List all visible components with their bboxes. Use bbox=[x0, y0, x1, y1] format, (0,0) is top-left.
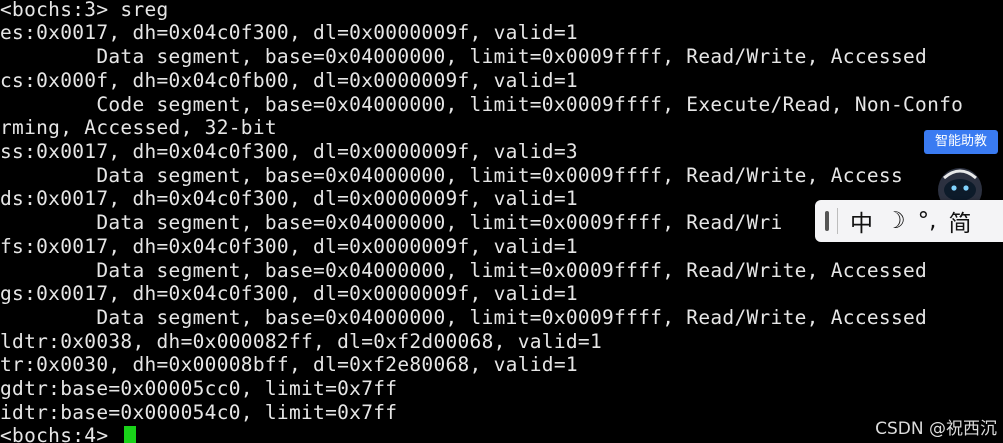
terminal-line: es:0x0017, dh=0x04c0f300, dl=0x0000009f,… bbox=[0, 21, 578, 44]
terminal-line: <bochs:3> sreg bbox=[0, 0, 169, 21]
terminal-line: idtr:base=0x000054c0, limit=0x7ff bbox=[0, 401, 398, 424]
ime-divider bbox=[837, 208, 838, 234]
terminal-line: Data segment, base=0x04000000, limit=0x0… bbox=[0, 259, 928, 282]
terminal-line: Data segment, base=0x04000000, limit=0x0… bbox=[0, 164, 903, 187]
drag-handle-icon[interactable] bbox=[825, 211, 829, 231]
ime-simplified-button[interactable]: 简 bbox=[948, 204, 971, 238]
terminal-line: ds:0x0017, dh=0x04c0f300, dl=0x0000009f,… bbox=[0, 187, 578, 210]
terminal-line: gdtr:base=0x00005cc0, limit=0x7ff bbox=[0, 377, 398, 400]
terminal-line: ldtr:0x0038, dh=0x000082ff, dl=0xf2d0006… bbox=[0, 330, 602, 353]
ai-helper-badge[interactable]: 智能助教 bbox=[924, 130, 998, 154]
terminal-line: Code segment, base=0x04000000, limit=0x0… bbox=[0, 93, 964, 116]
terminal-prompt[interactable]: <bochs:4> bbox=[0, 424, 120, 443]
ime-halfwidth-moon-icon[interactable]: ☽ bbox=[885, 208, 906, 234]
terminal-line: fs:0x0017, dh=0x04c0f300, dl=0x0000009f,… bbox=[0, 235, 578, 258]
terminal-line: Data segment, base=0x04000000, limit=0x0… bbox=[0, 45, 928, 68]
ime-chinese-mode-button[interactable]: 中 bbox=[850, 204, 873, 238]
terminal-line: ss:0x0017, dh=0x04c0f300, dl=0x0000009f,… bbox=[0, 140, 578, 163]
ime-punctuation-button[interactable]: °, bbox=[918, 208, 937, 234]
terminal-line: tr:0x0030, dh=0x00008bff, dl=0xf2e80068,… bbox=[0, 353, 578, 376]
csdn-watermark: CSDN @祝西沉 bbox=[875, 419, 997, 439]
terminal-line: Data segment, base=0x04000000, limit=0x0… bbox=[0, 306, 928, 329]
ime-toolbar[interactable]: 中 ☽ °, 简 bbox=[815, 200, 1003, 242]
terminal-line: Data segment, base=0x04000000, limit=0x0… bbox=[0, 211, 783, 234]
terminal-cursor bbox=[124, 426, 136, 443]
terminal-line: rming, Accessed, 32-bit bbox=[0, 116, 277, 139]
terminal-line: gs:0x0017, dh=0x04c0f300, dl=0x0000009f,… bbox=[0, 282, 578, 305]
terminal-line: cs:0x000f, dh=0x04c0fb00, dl=0x0000009f,… bbox=[0, 69, 578, 92]
